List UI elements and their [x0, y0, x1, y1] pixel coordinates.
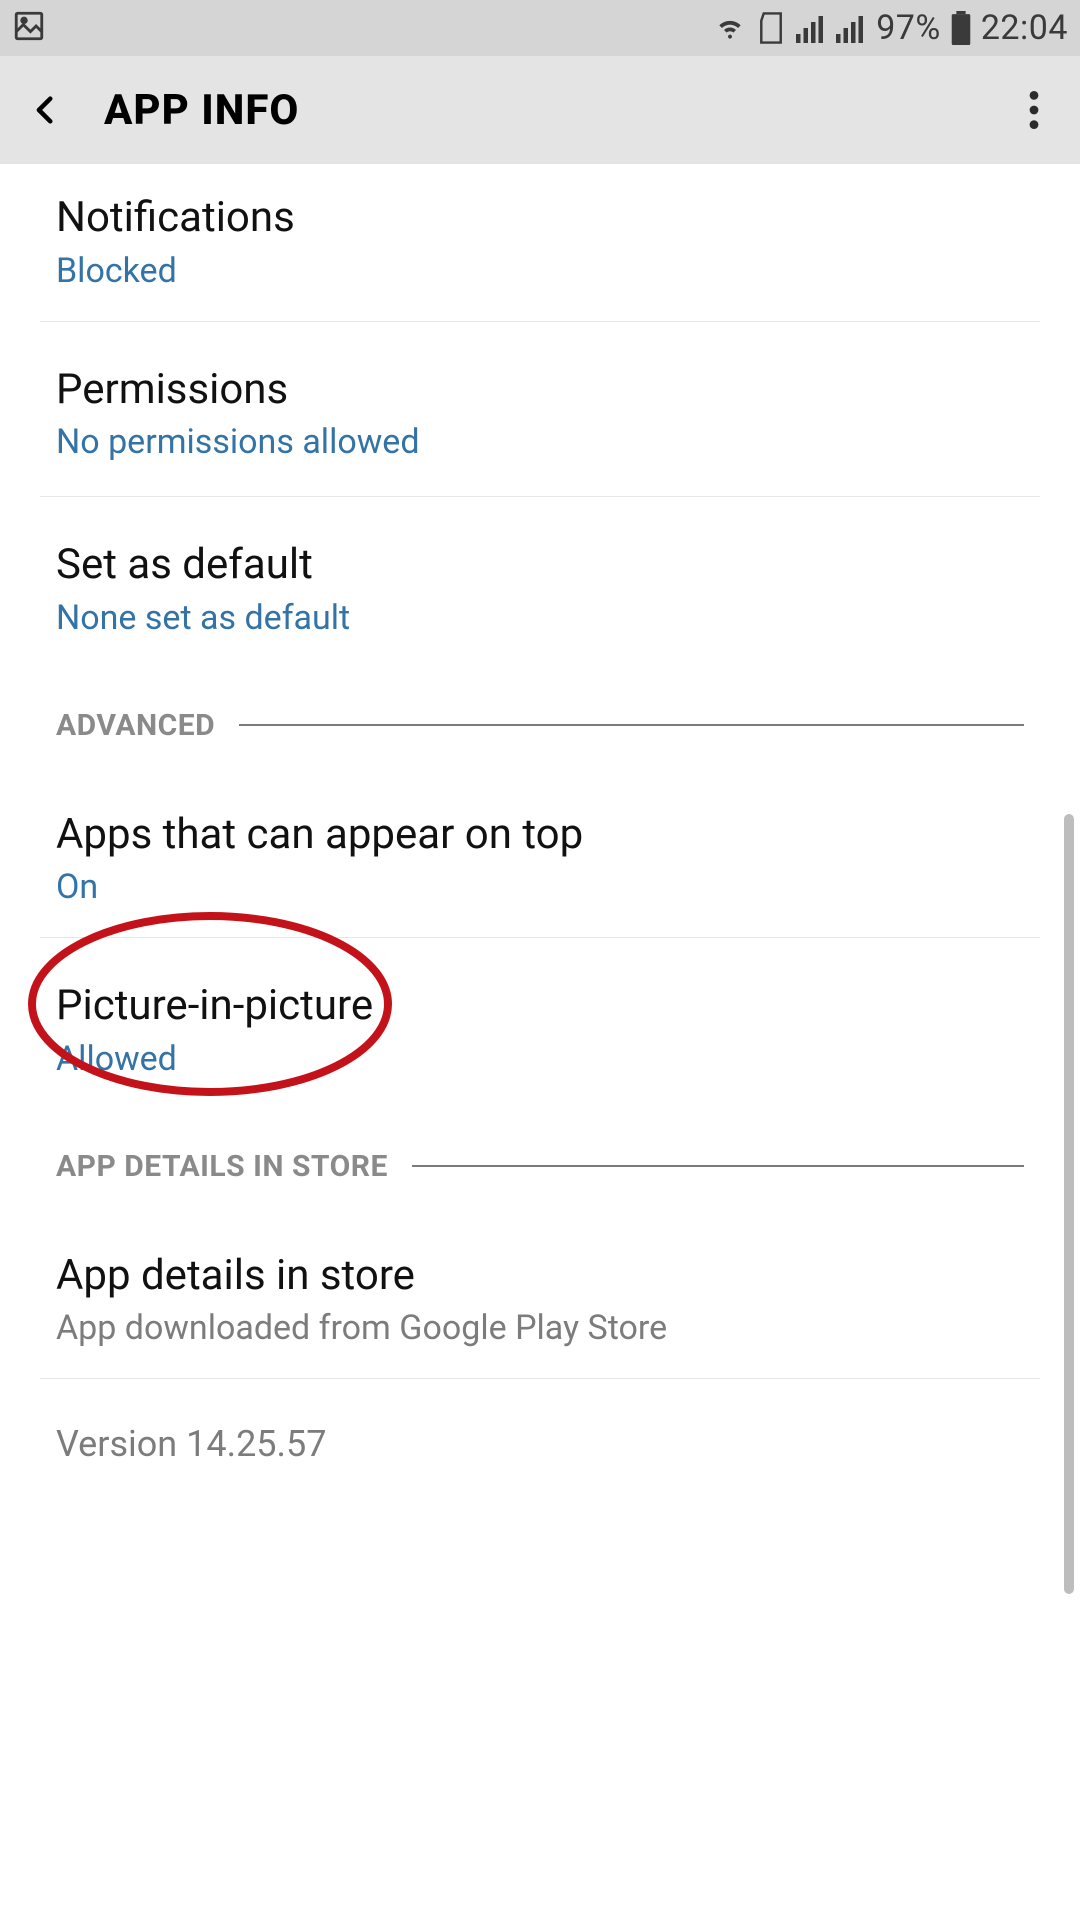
row-notifications[interactable]: Notifications Blocked: [0, 164, 1080, 321]
row-title: App details in store: [56, 1250, 1024, 1303]
sd-card-icon: [756, 11, 786, 45]
version-text: Version 14.25.57: [56, 1423, 1024, 1465]
row-apps-on-top[interactable]: Apps that can appear on top On: [0, 753, 1080, 938]
row-subtitle: No permissions allowed: [56, 422, 1024, 462]
battery-percent: 97%: [876, 8, 941, 48]
row-subtitle: On: [56, 867, 1024, 907]
section-label: APP DETAILS IN STORE: [56, 1149, 388, 1184]
back-button[interactable]: [18, 82, 74, 138]
row-subtitle: Allowed: [56, 1039, 1024, 1079]
status-bar: 97% 22:04: [0, 0, 1080, 56]
row-title: Permissions: [56, 364, 1024, 417]
row-app-details-in-store[interactable]: App details in store App downloaded from…: [0, 1194, 1080, 1379]
row-subtitle: Blocked: [56, 251, 1024, 291]
row-picture-in-picture[interactable]: Picture-in-picture Allowed: [0, 938, 1080, 1113]
signal-icon-2: [836, 13, 866, 43]
row-title: Picture-in-picture: [56, 980, 1024, 1033]
content: Notifications Blocked Permissions No per…: [0, 164, 1080, 1920]
section-header-advanced: ADVANCED: [0, 672, 1080, 753]
more-options-button[interactable]: [1006, 82, 1062, 138]
row-subtitle: App downloaded from Google Play Store: [56, 1308, 1024, 1348]
section-label: ADVANCED: [56, 708, 215, 743]
screenshot-icon: [12, 9, 46, 47]
signal-icon-1: [796, 13, 826, 43]
battery-icon: [951, 11, 971, 45]
clock: 22:04: [981, 8, 1068, 48]
scrollbar-thumb[interactable]: [1064, 814, 1074, 1594]
row-set-as-default[interactable]: Set as default None set as default: [0, 497, 1080, 672]
app-bar: APP INFO: [0, 56, 1080, 164]
row-version: Version 14.25.57: [0, 1379, 1080, 1495]
row-subtitle: None set as default: [56, 598, 1024, 638]
row-permissions[interactable]: Permissions No permissions allowed: [0, 322, 1080, 497]
row-title: Notifications: [56, 192, 1024, 245]
row-title: Set as default: [56, 539, 1024, 592]
row-title: Apps that can appear on top: [56, 809, 1024, 862]
section-line: [239, 724, 1024, 726]
page-title: APP INFO: [104, 86, 299, 135]
section-line: [412, 1165, 1024, 1167]
section-header-store: APP DETAILS IN STORE: [0, 1113, 1080, 1194]
wifi-icon: [714, 12, 746, 44]
